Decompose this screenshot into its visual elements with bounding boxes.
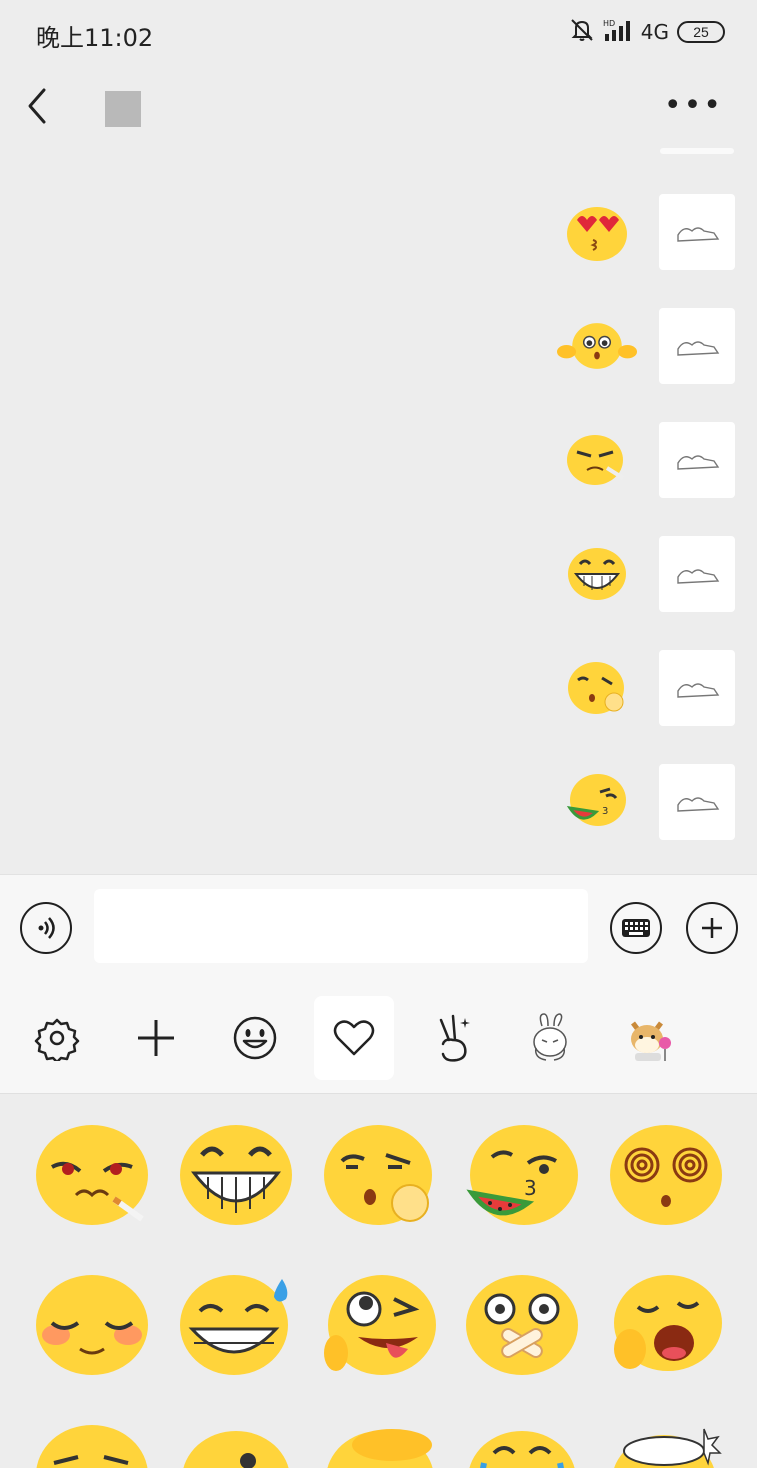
user-avatar[interactable]: [659, 536, 735, 612]
keyboard-icon[interactable]: [610, 902, 662, 954]
network-type: 4G: [640, 20, 669, 44]
user-avatar[interactable]: [659, 308, 735, 384]
doge-sticker-icon[interactable]: [610, 996, 690, 1080]
user-avatar[interactable]: [659, 422, 735, 498]
message-row[interactable]: 3: [557, 762, 735, 842]
victory-hand-icon[interactable]: [413, 996, 493, 1080]
sweat-grin-emoji[interactable]: [176, 1265, 296, 1385]
fireworks-emoji[interactable]: [606, 1415, 726, 1468]
rabbit-sticker-icon[interactable]: [511, 996, 591, 1080]
user-avatar[interactable]: [659, 764, 735, 840]
user-avatar[interactable]: [659, 650, 735, 726]
eating-watermelon-emoji[interactable]: 3: [557, 762, 637, 842]
yawn-emoji[interactable]: [606, 1265, 726, 1385]
heart-icon[interactable]: [314, 996, 394, 1080]
thinking-emoji[interactable]: [557, 648, 637, 728]
peek-emoji[interactable]: [176, 1415, 296, 1468]
svg-text:HD: HD: [603, 19, 615, 28]
facepalm-emoji[interactable]: [320, 1415, 440, 1468]
plus-circle-icon[interactable]: [686, 902, 738, 954]
grin-emoji[interactable]: [176, 1115, 296, 1235]
message-row[interactable]: [557, 192, 735, 272]
smiley-icon[interactable]: [215, 996, 295, 1080]
smoking-emoji[interactable]: [557, 420, 637, 500]
add-icon[interactable]: [116, 996, 196, 1080]
status-bar: 晚上11:02 HD 4G 25: [0, 0, 757, 64]
message-row[interactable]: [557, 648, 735, 728]
eating-watermelon-emoji[interactable]: 3: [462, 1115, 582, 1235]
input-bar: [0, 874, 757, 984]
battery-icon: 25: [677, 21, 725, 43]
svg-text:3: 3: [524, 1176, 537, 1200]
smoking-emoji[interactable]: [32, 1115, 152, 1235]
sealed-lips-emoji[interactable]: [462, 1265, 582, 1385]
message-row[interactable]: [557, 420, 735, 500]
settings-icon[interactable]: [17, 996, 97, 1080]
tongue-wink-emoji[interactable]: [320, 1265, 440, 1385]
status-icons: HD 4G 25: [569, 16, 725, 48]
message-input[interactable]: [94, 889, 588, 963]
message-row[interactable]: [557, 534, 735, 614]
thinking-emoji[interactable]: [320, 1115, 440, 1235]
svg-text:3: 3: [602, 806, 608, 817]
heart-eyes-kiss-emoji[interactable]: [557, 192, 637, 272]
cry-emoji[interactable]: [462, 1415, 582, 1468]
emoji-grid: 3: [0, 1095, 757, 1468]
signal-icon: HD: [603, 18, 633, 46]
message-row[interactable]: [557, 306, 735, 386]
user-avatar[interactable]: [659, 194, 735, 270]
status-time: 晚上11:02: [36, 24, 154, 52]
voice-icon[interactable]: [20, 902, 72, 954]
contact-avatar[interactable]: [105, 91, 141, 127]
message-list[interactable]: 3: [0, 148, 757, 872]
more-menu-button[interactable]: •••: [664, 88, 723, 123]
chevron-left-icon[interactable]: [22, 86, 56, 126]
dizzy-emoji[interactable]: [606, 1115, 726, 1235]
hug-emoji[interactable]: [557, 306, 637, 386]
grin-emoji[interactable]: [557, 534, 637, 614]
emoji-tab-bar: [0, 984, 757, 1094]
nav-bar: •••: [0, 64, 757, 148]
message-fragment: [660, 148, 734, 154]
bell-off-icon: [569, 17, 595, 47]
chat-screen: 晚上11:02 HD 4G 25 ••• 3 3: [0, 0, 757, 1468]
shy-emoji[interactable]: [32, 1265, 152, 1385]
battery-level: 25: [693, 24, 709, 40]
smirk-emoji[interactable]: [32, 1415, 152, 1468]
